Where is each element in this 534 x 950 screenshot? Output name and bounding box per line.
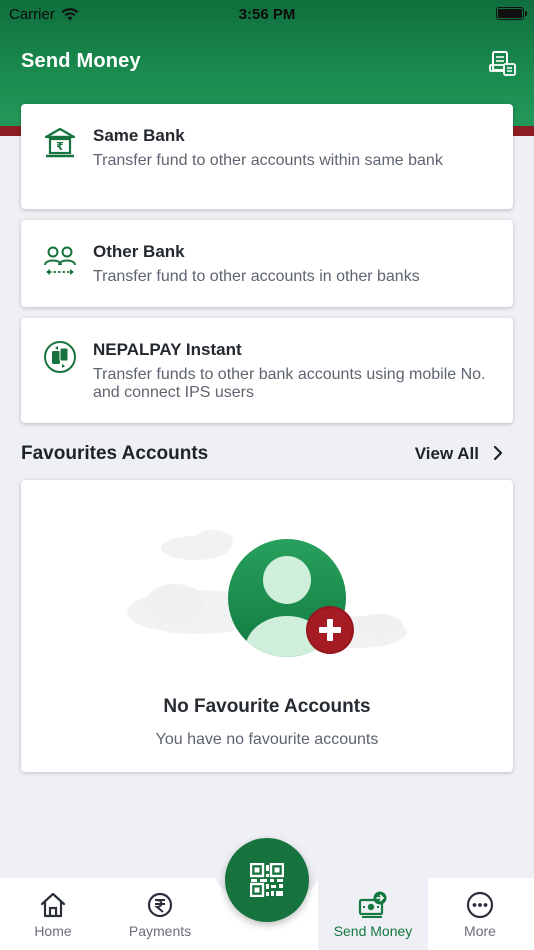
tab-payments-label: Payments — [128, 923, 192, 939]
tab-home-label: Home — [34, 923, 72, 939]
users-transfer-icon — [44, 246, 76, 275]
empty-state-description: You have no favourite accounts — [155, 731, 379, 748]
nepalpay-description: Transfer funds to other bank accounts us… — [93, 366, 486, 401]
nepalpay-title: NEPALPAY Instant — [93, 340, 242, 359]
svg-text:₹: ₹ — [56, 140, 64, 153]
battery-icon — [496, 7, 527, 20]
other-bank-title: Other Bank — [93, 242, 185, 261]
more-icon — [466, 891, 494, 919]
bank-icon: ₹ — [44, 127, 76, 158]
nepalpay-instant-card[interactable]: NEPALPAY Instant Transfer funds to other… — [21, 318, 513, 423]
view-all-link[interactable]: View All — [415, 444, 479, 464]
payments-icon — [147, 892, 173, 918]
same-bank-description: Transfer fund to other accounts within s… — [93, 152, 443, 169]
empty-favourites-illustration — [127, 530, 407, 657]
tab-send-money[interactable]: Send Money — [328, 878, 418, 939]
same-bank-title: Same Bank — [93, 126, 185, 145]
tab-home[interactable]: Home — [8, 878, 98, 939]
tab-more[interactable]: More — [435, 878, 525, 939]
favourites-title: Favourites Accounts — [21, 443, 209, 464]
empty-state-title: No Favourite Accounts — [163, 696, 371, 717]
home-icon — [40, 892, 66, 918]
phone-transfer-icon — [44, 341, 76, 373]
chevron-right-icon[interactable] — [491, 443, 505, 463]
qr-code-icon — [250, 863, 284, 897]
other-bank-card[interactable]: Other Bank Transfer fund to other accoun… — [21, 220, 513, 307]
other-bank-description: Transfer fund to other accounts in other… — [93, 268, 420, 285]
status-time: 3:56 PM — [238, 6, 296, 23]
favourites-empty-card: No Favourite Accounts You have no favour… — [21, 480, 513, 772]
tab-send-money-label: Send Money — [333, 923, 413, 939]
qr-scan-button[interactable] — [225, 838, 309, 922]
tab-more-label: More — [464, 923, 496, 939]
send-money-icon — [358, 891, 387, 918]
page-title: Send Money — [21, 50, 141, 72]
tab-payments[interactable]: Payments — [115, 878, 205, 939]
status-bar: Carrier 3:56 PM — [0, 0, 534, 28]
favourites-header: Favourites Accounts View All — [21, 443, 513, 467]
statement-icon[interactable] — [488, 48, 518, 78]
same-bank-card[interactable]: ₹ Same Bank Transfer fund to other accou… — [21, 104, 513, 209]
